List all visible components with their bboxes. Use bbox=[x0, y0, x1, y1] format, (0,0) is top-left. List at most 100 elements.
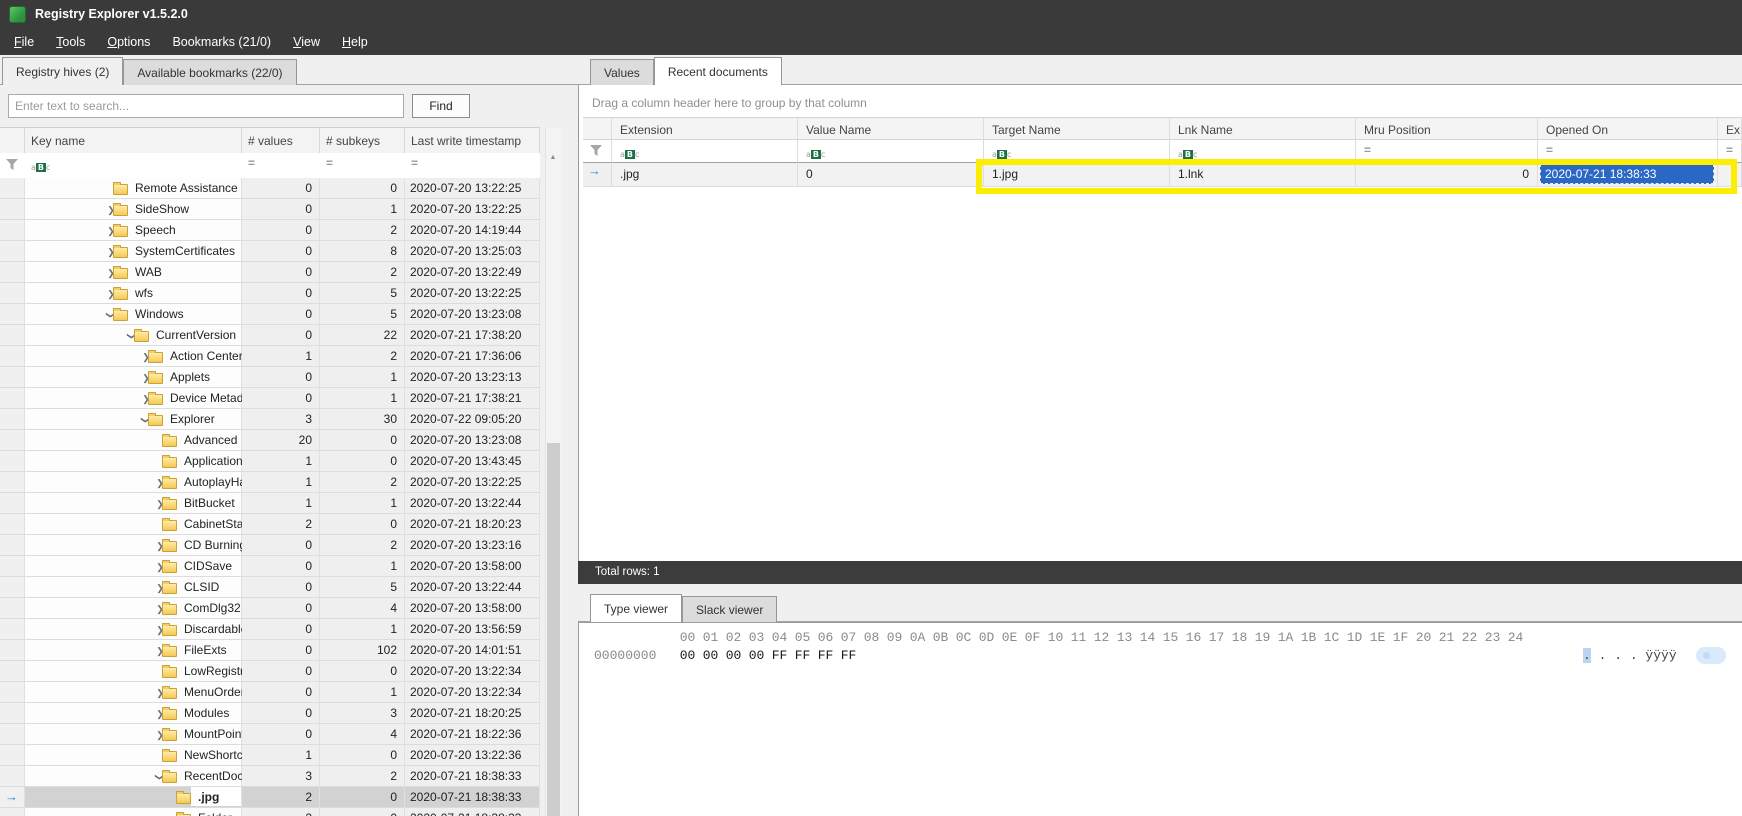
tree-row-systemcertificates[interactable]: ❯SystemCertificates082020-07-20 13:25:03 bbox=[0, 241, 540, 262]
key-name-cell[interactable]: ❯RecentDocs bbox=[25, 766, 242, 787]
search-input[interactable] bbox=[8, 94, 404, 118]
tree-row--jpg[interactable]: →.jpg202020-07-21 18:38:33 bbox=[0, 787, 540, 808]
hex-ascii-text[interactable]: . . . ÿÿÿÿ bbox=[1591, 648, 1677, 663]
hex-byte[interactable]: FF bbox=[814, 648, 837, 663]
tree-row-lowregistry[interactable]: LowRegistry002020-07-20 13:22:34 bbox=[0, 661, 540, 682]
tree-row-cd-burning[interactable]: ❯CD Burning022020-07-20 13:23:16 bbox=[0, 535, 540, 556]
grid-filter-cell[interactable]: = bbox=[1356, 140, 1538, 163]
key-name-cell[interactable]: ❯MenuOrder bbox=[25, 682, 242, 703]
tree-row-menuorder[interactable]: ❯MenuOrder012020-07-20 13:22:34 bbox=[0, 682, 540, 703]
key-name-cell[interactable]: Folder bbox=[25, 808, 242, 816]
tree-row-modules[interactable]: ❯Modules032020-07-21 18:20:25 bbox=[0, 703, 540, 724]
tree-row-windows[interactable]: ❯Windows052020-07-20 13:23:08 bbox=[0, 304, 540, 325]
hex-byte[interactable]: 00 bbox=[699, 648, 722, 663]
recent-doc-row[interactable]: →.jpg01.jpg1.lnk02020-07-21 18:38:33 bbox=[0, 163, 1742, 187]
cell-opened_on[interactable]: 2020-07-21 18:38:33 bbox=[1538, 163, 1718, 187]
tree-row-bitbucket[interactable]: ❯BitBucket112020-07-20 13:22:44 bbox=[0, 493, 540, 514]
hex-ascii[interactable]: . . . . ÿÿÿÿ bbox=[1583, 648, 1677, 663]
hex-ascii-selected[interactable]: . bbox=[1583, 648, 1591, 663]
key-name-cell[interactable]: ❯Windows bbox=[25, 304, 242, 325]
grid-column-header-ex[interactable]: Ex bbox=[1718, 117, 1742, 140]
tree-row-action-center[interactable]: ❯Action Center122020-07-21 17:36:06 bbox=[0, 346, 540, 367]
tab-type-viewer[interactable]: Type viewer bbox=[590, 594, 682, 622]
key-name-cell[interactable]: ❯SystemCertificates bbox=[25, 241, 242, 262]
key-name-cell[interactable]: ❯CD Burning bbox=[25, 535, 242, 556]
key-name-cell[interactable]: ❯CLSID bbox=[25, 577, 242, 598]
key-name-cell[interactable]: ❯CIDSave bbox=[25, 556, 242, 577]
tree-row-clsid[interactable]: ❯CLSID052020-07-20 13:22:44 bbox=[0, 577, 540, 598]
grid-column-header-target-name[interactable]: Target Name bbox=[984, 117, 1170, 140]
tree-row-recentdocs[interactable]: ❯RecentDocs322020-07-21 18:38:33 bbox=[0, 766, 540, 787]
hex-byte[interactable]: 00 bbox=[722, 648, 745, 663]
key-name-cell[interactable]: ❯BitBucket bbox=[25, 493, 242, 514]
grid-column-header-extension[interactable]: Extension bbox=[612, 117, 798, 140]
type-viewer-hex-panel[interactable]: 000102030405060708090A0B0C0D0E0F10111213… bbox=[578, 622, 1742, 816]
key-name-cell[interactable]: ❯AutoplayHan... bbox=[25, 472, 242, 493]
tree-row-applets[interactable]: ❯Applets012020-07-20 13:23:13 bbox=[0, 367, 540, 388]
cell-target_name[interactable]: 1.jpg bbox=[984, 163, 1170, 187]
tab-available-bookmarks-22-0-[interactable]: Available bookmarks (22/0) bbox=[123, 59, 296, 85]
tree-row-comdlg32[interactable]: ❯ComDlg32042020-07-20 13:58:00 bbox=[0, 598, 540, 619]
hex-byte[interactable]: 00 bbox=[745, 648, 768, 663]
cell-value_name[interactable]: 0 bbox=[798, 163, 984, 187]
tab-registry-hives-2-[interactable]: Registry hives (2) bbox=[2, 57, 123, 85]
grid-filter-row[interactable]: aBcaBcaBcaBc=== bbox=[0, 140, 1742, 163]
grid-column-header-opened-on[interactable]: Opened On bbox=[1538, 117, 1718, 140]
tree-row-currentversion[interactable]: ❯CurrentVersion0222020-07-21 17:38:20 bbox=[0, 325, 540, 346]
key-name-cell[interactable]: ❯Discardable bbox=[25, 619, 242, 640]
menu-bookmarks[interactable]: Bookmarks (21/0) bbox=[161, 30, 282, 54]
tree-row-discardable[interactable]: ❯Discardable012020-07-20 13:56:59 bbox=[0, 619, 540, 640]
selected-cell[interactable]: 2020-07-21 18:38:33 bbox=[1540, 164, 1714, 184]
key-name-cell[interactable]: ❯Device Metadata bbox=[25, 388, 242, 409]
menu-options[interactable]: Options bbox=[96, 30, 161, 54]
tree-scrollbar[interactable]: ▲ bbox=[545, 128, 561, 816]
cell-mru_position[interactable]: 0 bbox=[1356, 163, 1538, 187]
key-name-cell[interactable]: ❯MountPoints2 bbox=[25, 724, 242, 745]
tab-recent-documents[interactable]: Recent documents bbox=[654, 57, 782, 85]
grid-column-header-lnk-name[interactable]: Lnk Name bbox=[1170, 117, 1356, 140]
grid-filter-cell[interactable]: = bbox=[1718, 140, 1742, 163]
grid-filter-cell[interactable]: = bbox=[1538, 140, 1718, 163]
cell-extra[interactable] bbox=[1718, 163, 1742, 187]
key-name-cell[interactable]: ❯SideShow bbox=[25, 199, 242, 220]
tree-row-cabinetstate[interactable]: CabinetState202020-07-21 18:20:23 bbox=[0, 514, 540, 535]
key-name-cell[interactable]: ❯WAB bbox=[25, 262, 242, 283]
key-name-cell[interactable]: CabinetState bbox=[25, 514, 242, 535]
key-name-cell[interactable]: ❯Modules bbox=[25, 703, 242, 724]
tree-row-cidsave[interactable]: ❯CIDSave012020-07-20 13:58:00 bbox=[0, 556, 540, 577]
tree-row-advanced[interactable]: Advanced2002020-07-20 13:23:08 bbox=[0, 430, 540, 451]
hex-byte[interactable]: FF bbox=[837, 648, 860, 663]
tab-values[interactable]: Values bbox=[590, 59, 654, 85]
tree-row-autoplayhan-[interactable]: ❯AutoplayHan...122020-07-20 13:22:25 bbox=[0, 472, 540, 493]
cell-lnk_name[interactable]: 1.lnk bbox=[1170, 163, 1356, 187]
hex-byte[interactable]: FF bbox=[791, 648, 814, 663]
tree-row-newshortcut-[interactable]: NewShortcut...102020-07-20 13:22:36 bbox=[0, 745, 540, 766]
hex-bytes[interactable]: 00000000FFFFFFFF bbox=[676, 648, 860, 663]
menu-help[interactable]: Help bbox=[331, 30, 379, 54]
tree-row-applicationde-[interactable]: ApplicationDe...102020-07-20 13:43:45 bbox=[0, 451, 540, 472]
key-name-cell[interactable]: NewShortcut... bbox=[25, 745, 242, 766]
tree-row-mountpoints2[interactable]: ❯MountPoints2042020-07-21 18:22:36 bbox=[0, 724, 540, 745]
menu-file[interactable]: File bbox=[3, 30, 45, 54]
key-name-cell[interactable]: ❯FileExts bbox=[25, 640, 242, 661]
key-name-cell[interactable]: ❯Action Center bbox=[25, 346, 242, 367]
key-name-cell[interactable]: ❯ComDlg32 bbox=[25, 598, 242, 619]
key-name-cell[interactable]: ❯Applets bbox=[25, 367, 242, 388]
tree-row-speech[interactable]: ❯Speech022020-07-20 14:19:44 bbox=[0, 220, 540, 241]
key-name-cell[interactable]: LowRegistry bbox=[25, 661, 242, 682]
cell-extension[interactable]: .jpg bbox=[612, 163, 798, 187]
key-name-cell[interactable]: ApplicationDe... bbox=[25, 451, 242, 472]
key-name-cell[interactable]: ❯wfs bbox=[25, 283, 242, 304]
grid-filter-cell[interactable]: aBc bbox=[798, 140, 984, 163]
menu-tools[interactable]: Tools bbox=[45, 30, 96, 54]
grid-filter-cell[interactable]: aBc bbox=[984, 140, 1170, 163]
tab-slack-viewer[interactable]: Slack viewer bbox=[682, 596, 777, 622]
key-name-cell[interactable]: ❯CurrentVersion bbox=[25, 325, 242, 346]
hex-byte[interactable]: FF bbox=[768, 648, 791, 663]
tree-row-fileexts[interactable]: ❯FileExts01022020-07-20 14:01:51 bbox=[0, 640, 540, 661]
key-name-cell[interactable]: ❯Explorer bbox=[25, 409, 242, 430]
key-name-cell[interactable]: ❯Speech bbox=[25, 220, 242, 241]
grid-filter-cell[interactable]: aBc bbox=[1170, 140, 1356, 163]
tree-row-device-metadata[interactable]: ❯Device Metadata012020-07-21 17:38:21 bbox=[0, 388, 540, 409]
tree-row-wab[interactable]: ❯WAB022020-07-20 13:22:49 bbox=[0, 262, 540, 283]
